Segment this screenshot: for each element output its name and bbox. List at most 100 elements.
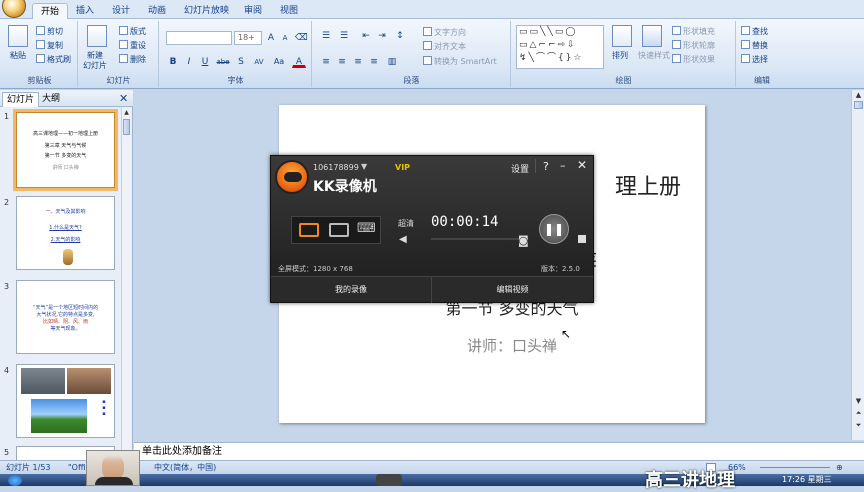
- shapes-gallery[interactable]: ▭▭╲╲▭◯ ▭△⌐⌐⇨⇩ ↯╲⌒⌒{}☆: [516, 25, 604, 69]
- line-spacing-icon[interactable]: ↕: [393, 29, 407, 42]
- align-text-label: 对齐文本: [434, 42, 466, 51]
- format-painter-button[interactable]: 格式刷: [36, 54, 71, 65]
- presenter-shoulders: [95, 477, 133, 485]
- replace-button[interactable]: 替换: [741, 40, 768, 51]
- pause-button[interactable]: ❚❚: [539, 214, 569, 244]
- volume-bar[interactable]: [431, 238, 521, 240]
- tab-outline[interactable]: 大纲: [38, 92, 64, 107]
- justify-icon[interactable]: ≡: [367, 55, 381, 68]
- volume-icon[interactable]: ◀: [399, 234, 407, 245]
- close-icon[interactable]: ✕: [577, 158, 587, 172]
- overlay-title: 高三讲地理: [645, 470, 735, 491]
- slide-thumbnail-3[interactable]: “天气”是一个地区短时间内的 大气状况,它的特点是多变, 比如晴、阴、风、雨 等…: [16, 280, 115, 354]
- align-left-icon[interactable]: ≡: [319, 55, 333, 68]
- clear-format-icon[interactable]: ⌫: [294, 31, 308, 44]
- change-case-button[interactable]: Aa: [270, 55, 288, 68]
- settings-button[interactable]: 设置: [511, 162, 529, 175]
- underline-button[interactable]: U: [198, 55, 212, 68]
- quality-label[interactable]: 超清: [398, 218, 414, 229]
- scroll-up-icon[interactable]: ▲: [853, 90, 864, 100]
- text-direction-button[interactable]: 文字方向: [423, 27, 466, 38]
- shrink-font-icon[interactable]: A: [278, 31, 292, 44]
- decrease-indent-icon[interactable]: ⇤: [359, 29, 373, 42]
- smartart-button[interactable]: 转换为 SmartArt: [423, 56, 497, 67]
- shape-fill-button[interactable]: 形状填充: [672, 26, 715, 37]
- slide-thumbnail-1[interactable]: 高三课地理——初一地理上册 第三章 天气与气候 第一节 多变的天气 讲师 口头禅: [13, 109, 118, 191]
- user-dropdown-icon[interactable]: ▼: [361, 162, 367, 171]
- char-spacing-button[interactable]: AV: [250, 55, 268, 68]
- kk-bottom-bar: 我的录像 编辑视频: [271, 276, 593, 303]
- tab-slides[interactable]: 幻灯片: [2, 92, 40, 107]
- slide-thumbnail-2[interactable]: 一、天气及其影响 1.什么是天气? 2.天气的影响: [16, 196, 115, 270]
- columns-icon[interactable]: ▥: [385, 55, 399, 68]
- align-center-icon[interactable]: ≡: [335, 55, 349, 68]
- select-button[interactable]: 选择: [741, 54, 768, 65]
- slide-thumbnail-4[interactable]: ▪▪▪: [16, 364, 115, 438]
- binoculars-icon: [741, 26, 750, 35]
- tab-view[interactable]: 视图: [272, 3, 306, 19]
- close-pane-icon[interactable]: ✕: [119, 92, 128, 105]
- tab-animations[interactable]: 动画: [140, 3, 174, 19]
- scroll-down-icon[interactable]: ▼: [853, 396, 864, 406]
- increase-indent-icon[interactable]: ⇥: [375, 29, 389, 42]
- start-button-icon[interactable]: [8, 475, 22, 486]
- game-mode-icon[interactable]: ⌨: [357, 221, 376, 236]
- bullets-icon[interactable]: ☰: [319, 29, 333, 42]
- stop-button[interactable]: [578, 235, 586, 243]
- edit-video-button[interactable]: 编辑视频: [432, 277, 593, 303]
- user-id[interactable]: 106178899: [313, 163, 359, 172]
- italic-button[interactable]: I: [182, 55, 196, 68]
- grassland-image: [31, 399, 87, 433]
- quick-styles-button[interactable]: 快速样式: [638, 51, 670, 61]
- scroll-thumb[interactable]: [854, 101, 863, 109]
- my-recordings-button[interactable]: 我的录像: [271, 277, 432, 303]
- editing-group-label: 编辑: [754, 76, 770, 85]
- notes-pane[interactable]: 单击此处添加备注: [134, 442, 864, 460]
- align-text-button[interactable]: 对齐文本: [423, 41, 466, 52]
- scroll-up-icon[interactable]: ▲: [122, 108, 131, 117]
- grow-font-icon[interactable]: A: [264, 31, 278, 44]
- arrange-button[interactable]: 排列: [612, 51, 628, 61]
- vip-badge[interactable]: VIP: [395, 163, 410, 172]
- reset-button[interactable]: 重设: [119, 40, 146, 51]
- tab-home[interactable]: 开始: [32, 3, 69, 19]
- zoom-slider[interactable]: [760, 467, 830, 468]
- delete-label: 删除: [130, 55, 146, 64]
- window-mode-icon[interactable]: [329, 223, 349, 237]
- shadow-button[interactable]: S: [234, 55, 248, 68]
- font-size-combo[interactable]: 18+: [234, 31, 262, 45]
- minimize-icon[interactable]: –: [560, 159, 566, 172]
- next-slide-icon[interactable]: ⏷: [853, 420, 864, 430]
- fullscreen-mode-icon[interactable]: [299, 223, 319, 237]
- editor-scrollbar[interactable]: ▲ ▼ ⏶ ⏷: [851, 90, 864, 440]
- cut-button[interactable]: 剪切: [36, 26, 63, 37]
- office-button[interactable]: [2, 0, 26, 18]
- tab-review[interactable]: 审阅: [236, 3, 270, 19]
- tab-insert[interactable]: 插入: [68, 3, 102, 19]
- font-color-button[interactable]: A: [292, 55, 306, 68]
- prev-slide-icon[interactable]: ⏶: [853, 408, 864, 418]
- strikethrough-button[interactable]: abe: [214, 55, 232, 68]
- thumb-vertical-text: ▪▪▪: [101, 399, 107, 417]
- numbering-icon[interactable]: ☰: [337, 29, 351, 42]
- copy-button[interactable]: 复制: [36, 40, 63, 51]
- delete-slide-button[interactable]: 删除: [119, 54, 146, 65]
- bold-button[interactable]: B: [166, 55, 180, 68]
- zoom-in-icon[interactable]: ⊕: [836, 461, 843, 474]
- shape-outline-button[interactable]: 形状轮廓: [672, 40, 715, 51]
- thumbnails-scrollbar[interactable]: ▲: [121, 108, 131, 458]
- align-right-icon[interactable]: ≡: [351, 55, 365, 68]
- tab-slideshow[interactable]: 幻灯片放映: [176, 3, 237, 19]
- tab-design[interactable]: 设计: [104, 3, 138, 19]
- screenshot-camera-icon[interactable]: ◙: [518, 234, 529, 247]
- new-slide-button[interactable]: 新建 幻灯片: [83, 51, 107, 71]
- kk-recorder-taskbar-icon[interactable]: [376, 474, 402, 486]
- find-button[interactable]: 查找: [741, 26, 768, 37]
- select-icon: [741, 54, 750, 63]
- font-name-combo[interactable]: [166, 31, 232, 45]
- scroll-thumb[interactable]: [123, 119, 130, 135]
- paste-button[interactable]: 粘贴: [10, 51, 26, 61]
- help-button[interactable]: ?: [543, 160, 549, 173]
- shape-effects-button[interactable]: 形状效果: [672, 54, 715, 65]
- layout-button[interactable]: 版式: [119, 26, 146, 37]
